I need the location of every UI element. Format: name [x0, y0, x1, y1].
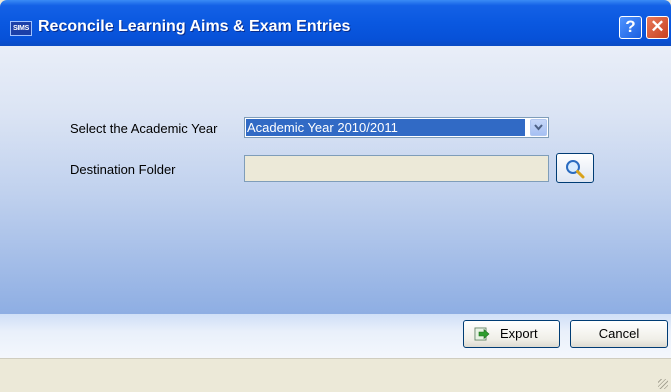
- title-bar[interactable]: SIMS Reconcile Learning Aims & Exam Entr…: [0, 0, 671, 46]
- resize-grip-icon[interactable]: [658, 379, 668, 389]
- magnifier-icon: [566, 160, 585, 179]
- sims-app-icon: SIMS: [10, 21, 32, 36]
- cancel-button[interactable]: Cancel: [570, 320, 668, 348]
- export-button[interactable]: Export: [463, 320, 560, 348]
- reconcile-dialog: SIMS Reconcile Learning Aims & Exam Entr…: [0, 0, 671, 392]
- chevron-down-icon[interactable]: [530, 119, 547, 136]
- export-button-label: Export: [500, 326, 538, 341]
- academic-year-label: Select the Academic Year: [70, 121, 218, 136]
- export-icon: [474, 327, 490, 341]
- destination-folder-label: Destination Folder: [70, 162, 176, 177]
- close-button[interactable]: ✕: [646, 16, 669, 39]
- status-bar: [0, 358, 671, 392]
- academic-year-dropdown[interactable]: Academic Year 2010/2011: [244, 117, 549, 138]
- browse-folder-button[interactable]: [556, 153, 594, 183]
- help-button[interactable]: ?: [619, 16, 642, 39]
- academic-year-selected-value: Academic Year 2010/2011: [246, 119, 525, 136]
- window-title: Reconcile Learning Aims & Exam Entries: [38, 18, 351, 35]
- destination-folder-field[interactable]: [244, 155, 549, 182]
